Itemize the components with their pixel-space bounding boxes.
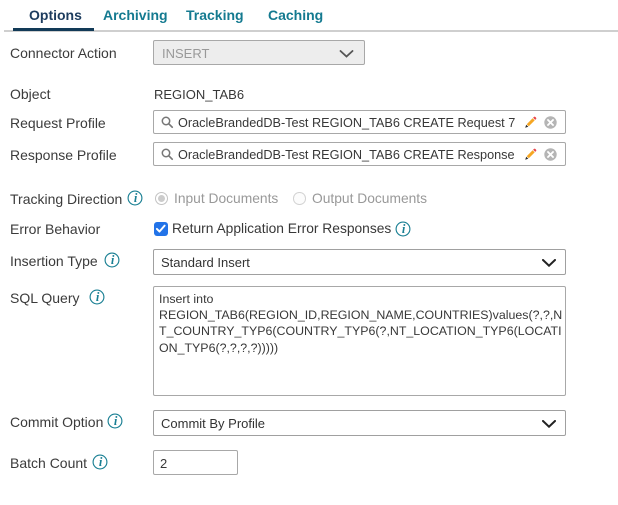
svg-text:i: i [111,253,115,267]
svg-text:i: i [99,455,103,469]
svg-text:i: i [134,191,138,205]
svg-text:i: i [402,222,406,236]
svg-text:i: i [114,414,118,428]
svg-text:i: i [96,290,100,304]
